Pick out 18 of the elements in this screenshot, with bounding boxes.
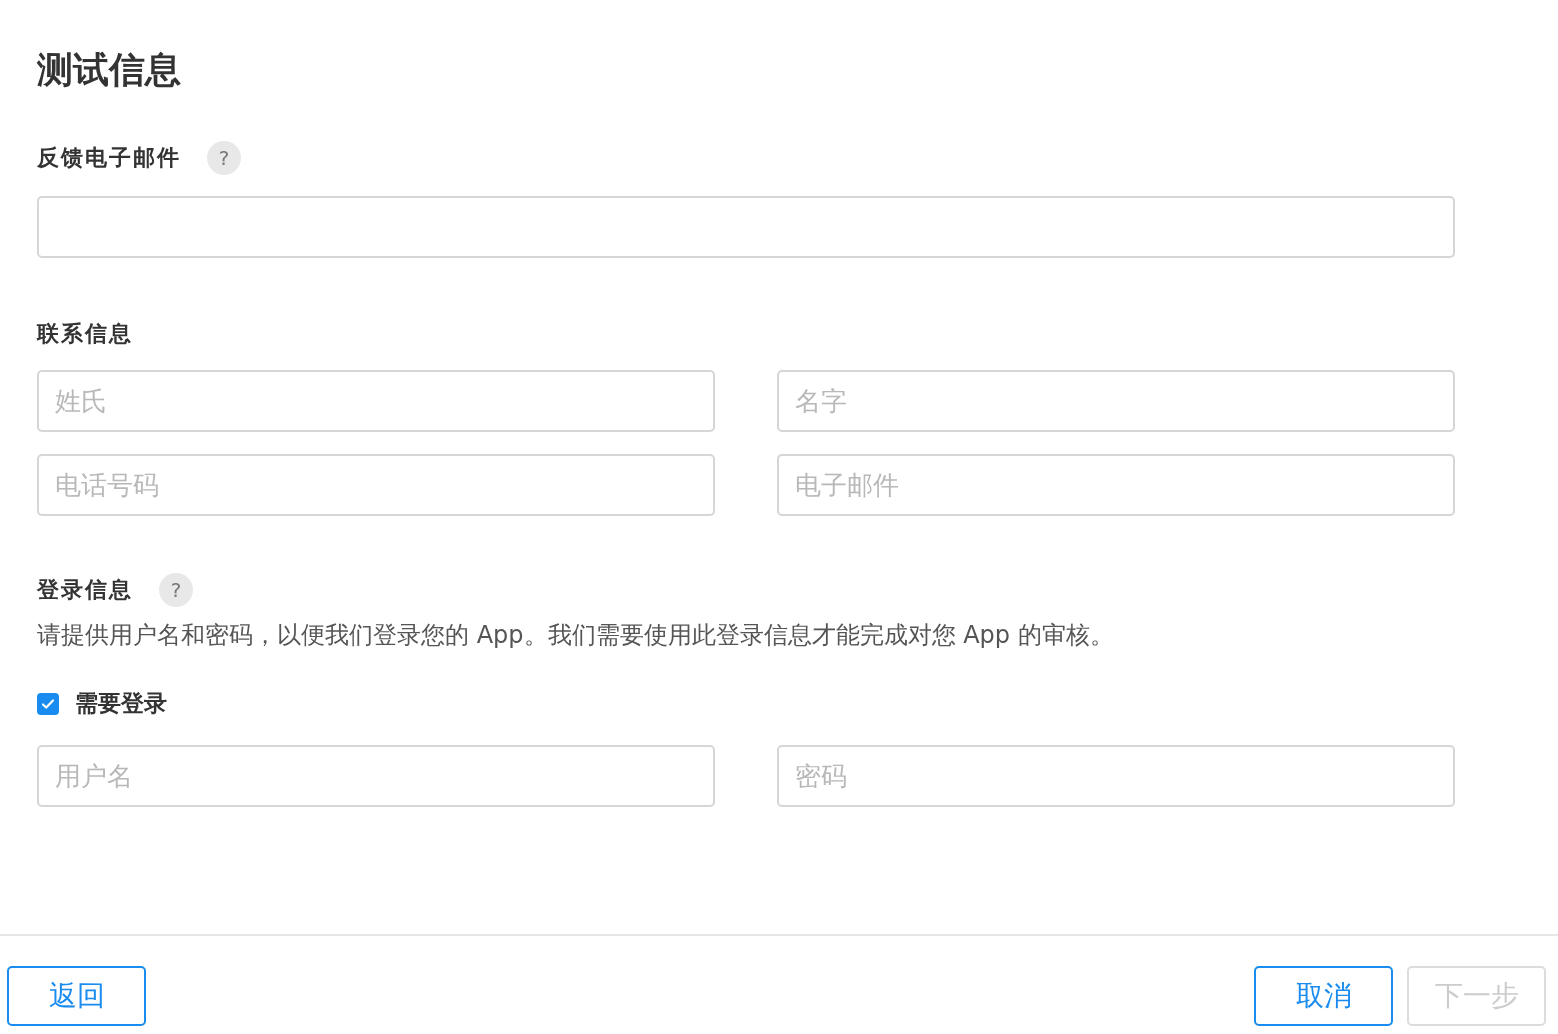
checkbox-label: 需要登录: [75, 689, 167, 718]
section-label: 反馈电子邮件: [37, 144, 181, 172]
description-text: 请提供用户名和密码，以便我们登录您的 App。我们需要使用此登录信息才能完成对您 App 的审核。: [37, 620, 1115, 651]
footer-button[interactable]: 返回: [7, 966, 146, 1026]
input-field[interactable]: 电子邮件: [777, 454, 1455, 516]
input-field[interactable]: 电话号码: [37, 454, 715, 516]
section-label: 登录信息: [37, 576, 133, 604]
input-field[interactable]: 密码: [777, 745, 1455, 807]
footer-button[interactable]: 取消: [1254, 966, 1393, 1026]
help-icon[interactable]: ?: [207, 141, 241, 175]
section-label: 联系信息: [37, 320, 133, 348]
input-field[interactable]: 名字: [777, 370, 1455, 432]
help-icon[interactable]: ?: [159, 573, 193, 607]
checkbox[interactable]: [37, 692, 59, 715]
input-field[interactable]: 用户名: [37, 745, 715, 807]
input-field[interactable]: 姓氏: [37, 370, 715, 432]
page-title: 测试信息: [37, 48, 182, 92]
input-field[interactable]: [37, 196, 1455, 258]
